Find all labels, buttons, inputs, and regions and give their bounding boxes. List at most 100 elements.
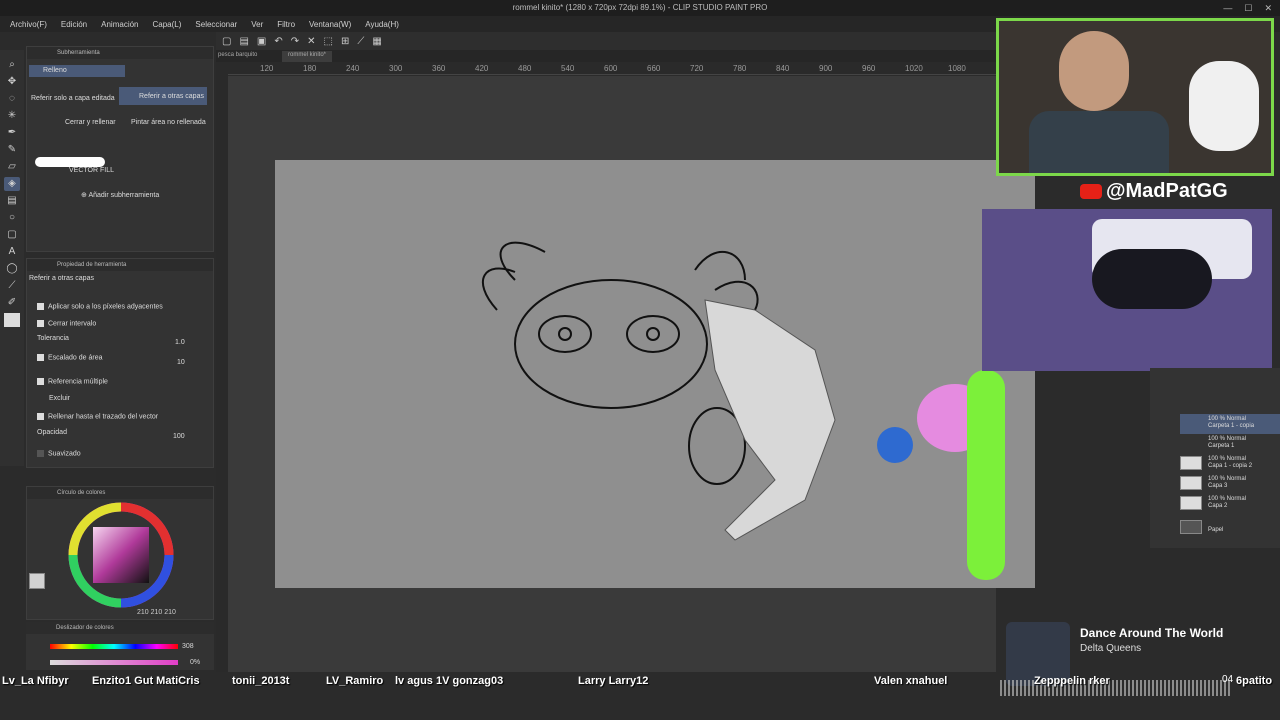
menu-filtro[interactable]: Filtro	[277, 20, 295, 29]
area-scale-value[interactable]: 10	[177, 359, 185, 366]
smoothing-option[interactable]: Suavizado	[37, 450, 81, 457]
layer-name: Carpeta 1	[1208, 443, 1235, 449]
tab-rommel-kinito[interactable]: rommel kinito*	[282, 51, 333, 62]
text-icon[interactable]: A	[4, 245, 20, 259]
color-wheel-tab[interactable]: Círculo de colores	[27, 487, 213, 499]
subtool-item-paint-unfilled[interactable]: Pintar área no rellenada	[131, 119, 206, 126]
multi-ref-checkbox[interactable]	[37, 378, 44, 385]
menu-animacion[interactable]: Animación	[101, 20, 138, 29]
fill-vector-checkbox[interactable]	[37, 413, 44, 420]
menu-ayuda[interactable]: Ayuda(H)	[365, 20, 399, 29]
multi-ref-label: Referencia múltiple	[48, 378, 108, 386]
open-icon[interactable]: ▤	[239, 36, 248, 47]
area-scale-checkbox[interactable]	[37, 354, 44, 361]
menu-ver[interactable]: Ver	[251, 20, 263, 29]
lasso-icon[interactable]: ◌	[4, 92, 20, 106]
snap-icon[interactable]: ⊞	[341, 36, 349, 47]
viewer-name: Zepppelin rker	[1034, 675, 1110, 687]
area-scale-label: Escalado de área	[48, 354, 103, 362]
sketch-drawing	[482, 241, 1005, 580]
add-subtool-button[interactable]: ⊕ Añadir subherramienta	[81, 191, 159, 199]
subtool-fill-group[interactable]: Relleno	[29, 65, 125, 77]
smoothing-checkbox[interactable]	[37, 450, 44, 457]
color-wheel[interactable]	[67, 501, 175, 609]
menu-ventana[interactable]: Ventana(W)	[309, 20, 351, 29]
layer-item[interactable]: 100 % Normal Carpeta 1	[1180, 434, 1280, 454]
new-icon[interactable]: ▢	[222, 36, 231, 47]
ruler-icon[interactable]: ⟋	[4, 279, 20, 293]
close-gap-checkbox[interactable]	[37, 320, 44, 327]
saturation-value[interactable]: 0%	[190, 659, 200, 666]
layer-panel: 100 % Normal Carpeta 1 - copia 100 % Norm…	[1150, 368, 1280, 548]
balloon-icon[interactable]: ◯	[4, 262, 20, 276]
clear-icon[interactable]: ✕	[307, 36, 315, 47]
layer-item[interactable]: Papel	[1180, 518, 1280, 538]
ruler-tick: 480	[518, 64, 532, 73]
tab-pesca-barquito[interactable]: pesca barquito	[218, 52, 257, 58]
menu-edicion[interactable]: Edición	[61, 20, 87, 29]
layer-blend: 100 % Normal	[1208, 456, 1247, 462]
subtool-item-edited-layer[interactable]: Referir solo a capa editada	[31, 95, 115, 102]
menu-capa[interactable]: Capa(L)	[153, 20, 182, 29]
multi-ref-option[interactable]: Referencia múltiple	[37, 378, 108, 385]
ruler-snap-icon[interactable]: ⟋	[357, 36, 364, 47]
zoom-icon[interactable]: ⌕	[4, 58, 20, 72]
layer-item[interactable]: 100 % Normal Capa 3	[1180, 474, 1280, 494]
brush-icon[interactable]: ✎	[4, 143, 20, 157]
undo-icon[interactable]: ↶	[274, 36, 282, 47]
subtool-panel: Subherramienta Relleno Referir solo a ca…	[26, 46, 214, 252]
subtool-tab[interactable]: Subherramienta	[27, 47, 213, 59]
maximize-icon[interactable]: ☐	[1244, 0, 1252, 16]
ruler-tick: 300	[389, 64, 403, 73]
adjacent-checkbox[interactable]	[37, 303, 44, 310]
smoothing-label: Suavizado	[48, 450, 81, 458]
saturation-slider[interactable]	[50, 660, 178, 665]
menu-seleccionar[interactable]: Seleccionar	[195, 20, 237, 29]
viewer-name: Valen xnahuel	[874, 675, 948, 687]
shape-icon[interactable]: ○	[4, 211, 20, 225]
layer-thumbnail	[1180, 476, 1202, 490]
frame-icon[interactable]: ▢	[4, 228, 20, 242]
main-color-swatch[interactable]	[29, 573, 45, 589]
move-icon[interactable]: ✥	[4, 75, 20, 89]
minimize-icon[interactable]: —	[1223, 0, 1232, 16]
ruler-tick: 960	[862, 64, 876, 73]
tolerance-value[interactable]: 1.0	[175, 339, 185, 346]
subtool-item-close-fill[interactable]: Cerrar y rellenar	[65, 119, 116, 126]
opacity-value[interactable]: 100	[173, 433, 185, 440]
eraser-icon[interactable]: ▱	[4, 160, 20, 174]
main-color-icon[interactable]	[4, 313, 20, 327]
close-icon[interactable]: ✕	[1264, 0, 1272, 16]
grid-icon[interactable]: ▦	[372, 36, 381, 47]
ruler-tick: 240	[346, 64, 360, 73]
fill-vector-option[interactable]: Rellenar hasta el trazado del vector	[37, 413, 158, 420]
gradient-icon[interactable]: ▤	[4, 194, 20, 208]
tolerance-option[interactable]: Tolerancia	[37, 335, 69, 342]
redo-icon[interactable]: ↷	[291, 36, 299, 47]
transform-icon[interactable]: ⬚	[324, 36, 333, 47]
pen-icon[interactable]: ✒	[4, 126, 20, 140]
viewer-name: lv agus 1V gonzag03	[395, 675, 504, 687]
drawing-canvas[interactable]	[275, 160, 1035, 588]
wand-icon[interactable]: ✳	[4, 109, 20, 123]
viewer-name: tonii_2013t	[232, 675, 290, 687]
layer-item[interactable]: 100 % Normal Capa 1 - copia 2	[1180, 454, 1280, 474]
opacity-option[interactable]: Opacidad	[37, 429, 67, 436]
tool-property-tab[interactable]: Propiedad de herramienta	[27, 259, 213, 271]
cat-mascot-avatar	[1189, 61, 1259, 151]
area-scale-option[interactable]: Escalado de área	[37, 354, 102, 361]
layer-item[interactable]: 100 % Normal Carpeta 1 - copia	[1180, 414, 1280, 434]
eyedropper-icon[interactable]: ✐	[4, 296, 20, 310]
color-slider-tab[interactable]: Deslizador de colores	[26, 622, 214, 634]
layer-item[interactable]: 100 % Normal Capa 2	[1180, 494, 1280, 514]
hue-value[interactable]: 308	[182, 643, 194, 650]
menu-archivo[interactable]: Archivo(F)	[10, 20, 47, 29]
hue-slider[interactable]	[50, 644, 178, 649]
subtool-item-vector-fill[interactable]: VECTOR FILL	[69, 167, 114, 174]
subtool-item-other-layers[interactable]: Referir a otras capas	[119, 87, 207, 105]
close-gap-option[interactable]: Cerrar intervalo	[37, 320, 96, 327]
fill-icon[interactable]: ◈	[4, 177, 20, 191]
adjacent-pixels-option[interactable]: Aplicar solo a los píxeles adyacentes	[37, 303, 163, 310]
save-icon[interactable]: ▣	[257, 36, 266, 47]
layer-blend: 100 % Normal	[1208, 416, 1247, 422]
